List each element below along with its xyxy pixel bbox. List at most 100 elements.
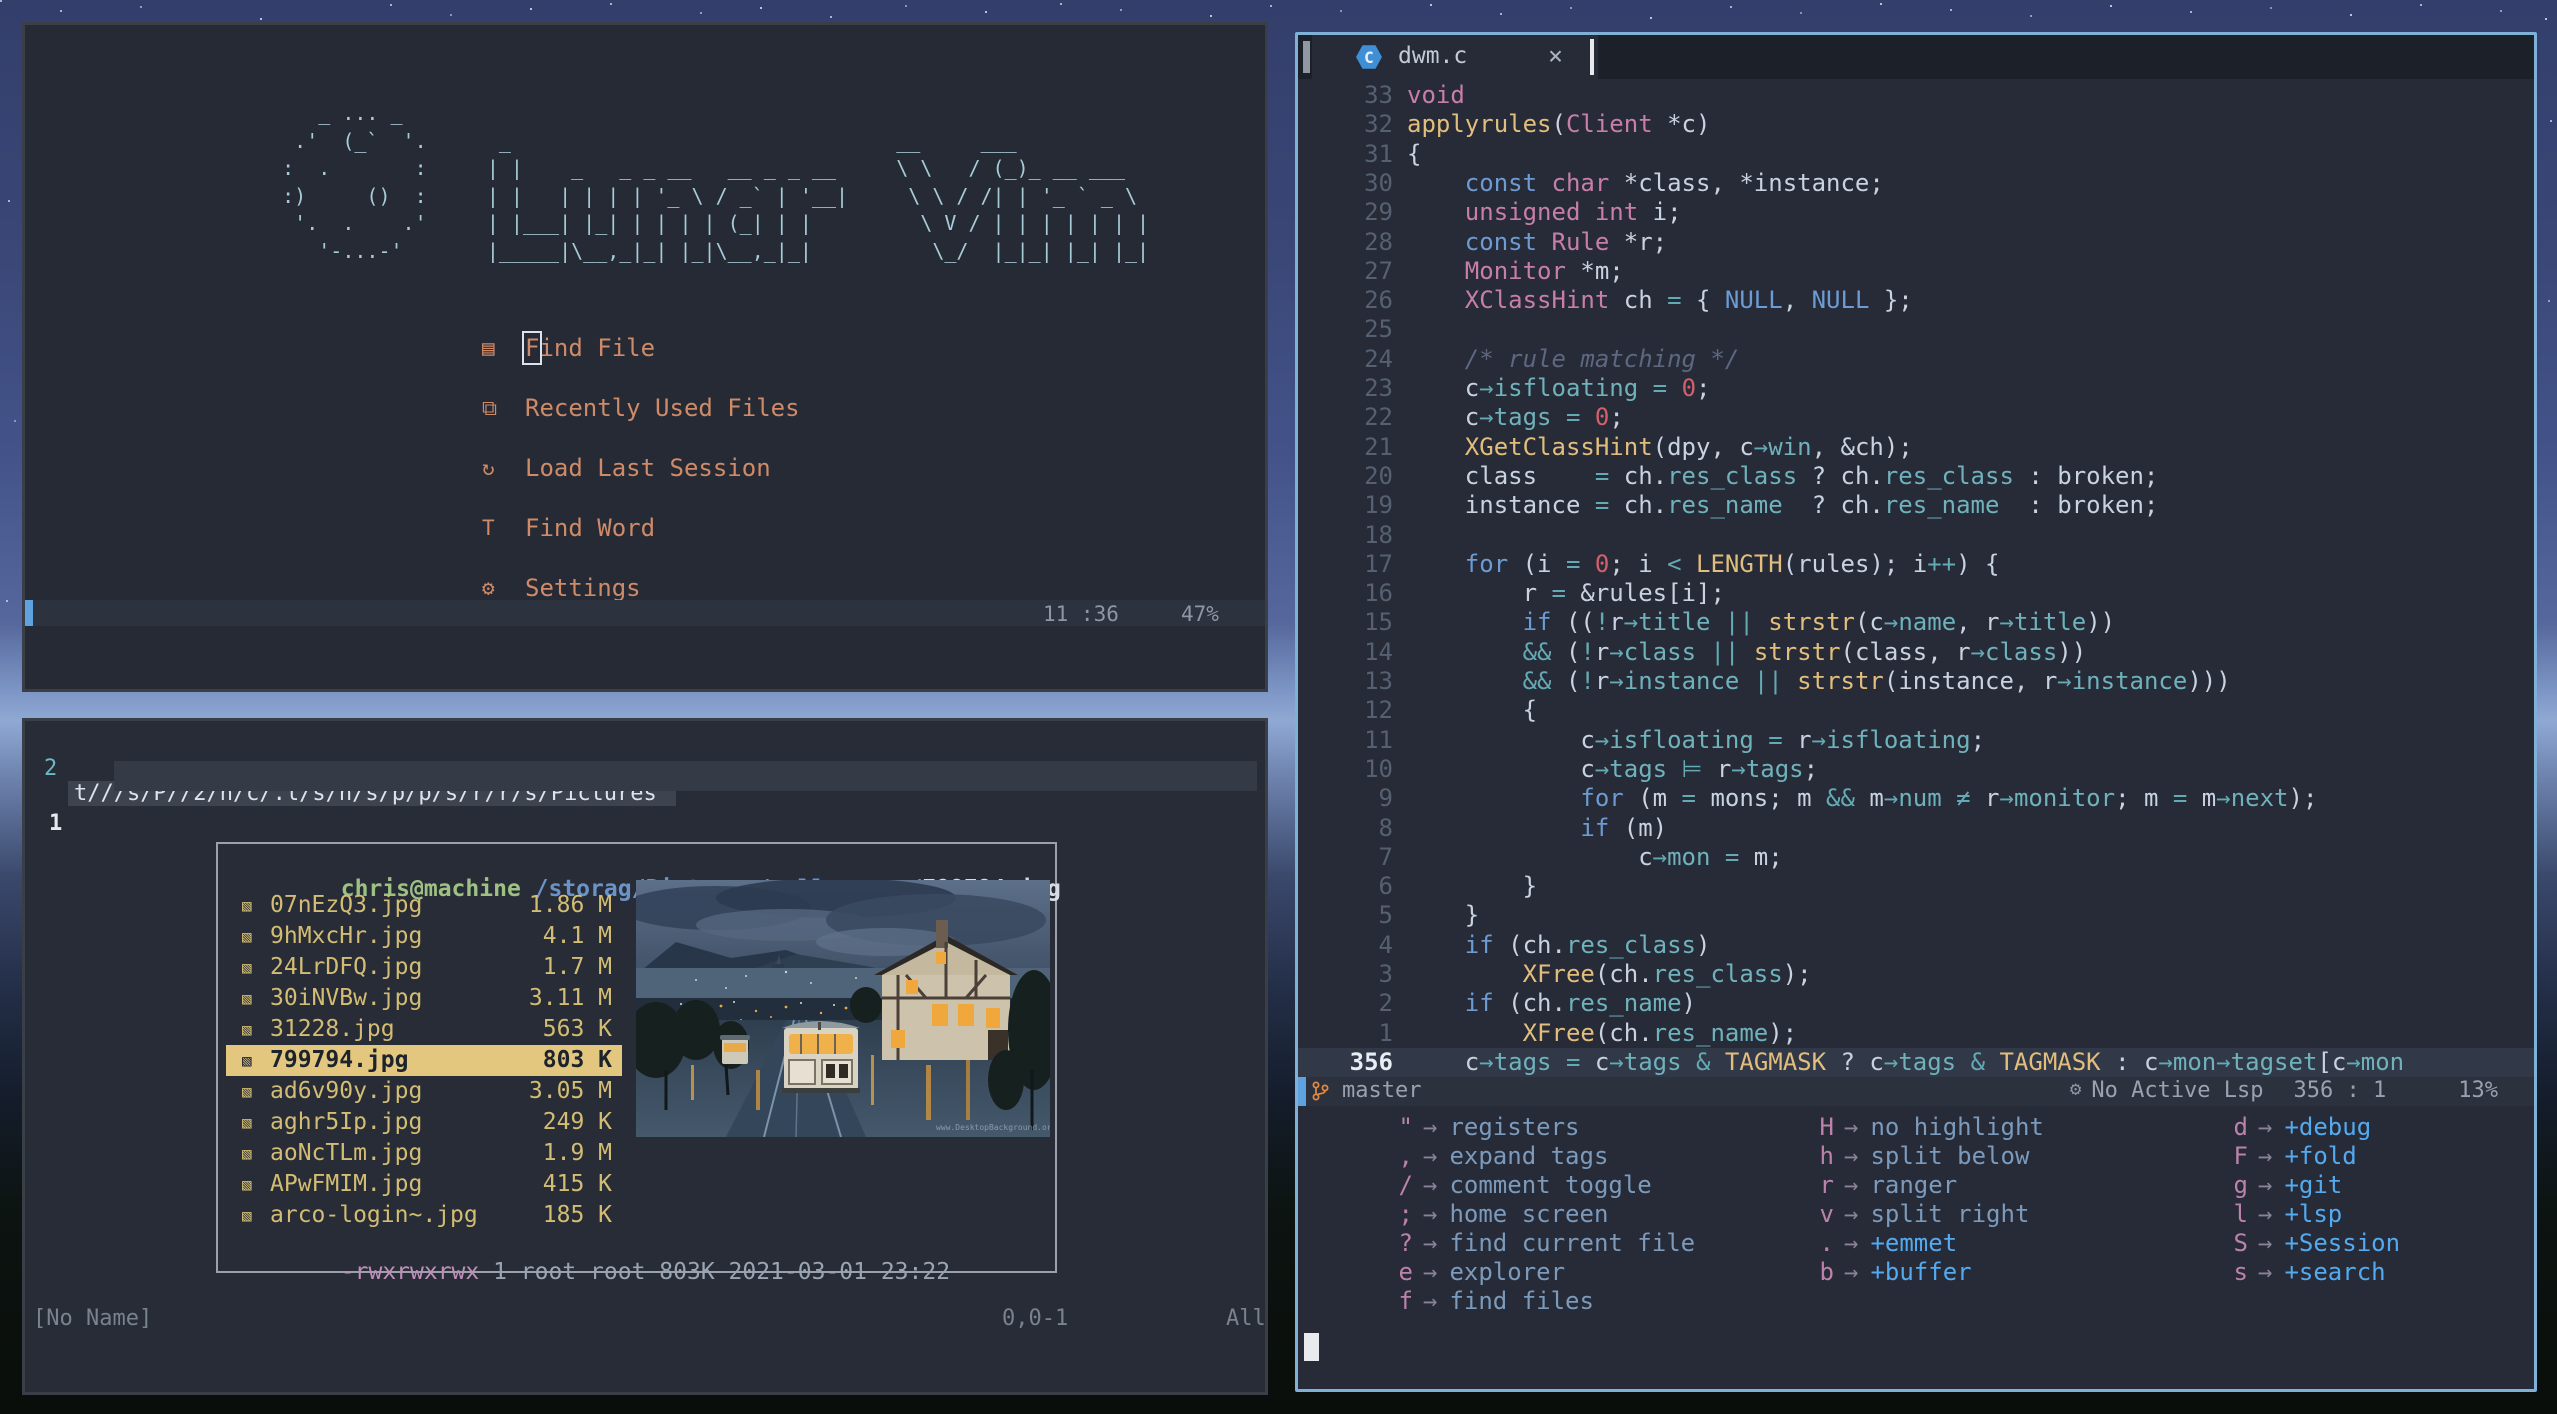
line-number: 8 <box>1378 813 1393 842</box>
line-number: 1 <box>49 811 63 836</box>
code-line: 12 { <box>1298 696 2534 725</box>
line-number: 5 <box>1378 901 1393 930</box>
tabline: C dwm.c × <box>1298 35 2534 79</box>
dashboard-menu-item-load-last-session[interactable]: ↻ Load Last Session <box>482 450 771 486</box>
whichkey-label: comment toggle <box>1449 1171 1652 1199</box>
dashboard-menu-item-find-word[interactable]: T Find Word <box>482 510 655 546</box>
tab-close-icon[interactable]: × <box>1548 41 1563 70</box>
ranger-file-row[interactable]: ▧ 31228.jpg 563 K <box>226 1014 622 1045</box>
git-branch-name: master <box>1342 1078 1422 1103</box>
code-line: 15 if ((!r→title || strstr(c→name, r→tit… <box>1298 608 2534 637</box>
image-file-icon: ▧ <box>242 1082 252 1101</box>
code-text: { <box>1407 696 1538 725</box>
whichkey-label: no highlight <box>1870 1113 2044 1141</box>
image-file-icon: ▧ <box>242 927 252 946</box>
line-number: 19 <box>1364 491 1393 520</box>
code-line: 29 unsigned int i; <box>1298 198 2534 227</box>
line-number: 13 <box>1364 667 1393 695</box>
arrow-icon: → <box>1423 1229 1438 1257</box>
code-line: 356 c→tags = c→tags & TAGMASK ? c→tags &… <box>1298 1047 2534 1078</box>
line-number: 18 <box>1364 520 1393 549</box>
line-number: 25 <box>1364 315 1393 344</box>
whichkey-label: +git <box>2284 1171 2343 1199</box>
code-text: if (ch.res_class) <box>1464 930 1711 959</box>
line-number: 2 <box>1378 989 1393 1018</box>
lunarvim-ascii-logo: _ ... _ .' (_` '. _ __ ___ : . : | | _ _… <box>282 101 1150 263</box>
whichkey-binding-no-highlight: H → no highlight <box>1768 1113 2044 1142</box>
whichkey-binding--fold: F → +fold <box>2178 1142 2400 1171</box>
whichkey-column-1: " → registers, → expand tags / → comment toggle… <box>1358 1113 1696 1316</box>
ranger-file-row[interactable]: ▧ 24LrDFQ.jpg 1.7 M <box>226 952 622 983</box>
code-line: 1 XFree(ch.res_name); <box>1298 1019 2534 1048</box>
code-text: c→tags ⊨ r→tags; <box>1407 754 1819 783</box>
whichkey-label: +lsp <box>2284 1200 2343 1228</box>
whichkey-key: d <box>2233 1113 2248 1141</box>
code-line: 9 for (m = mons; m && m→num ≠ r→monitor;… <box>1298 784 2534 813</box>
whichkey-binding-ranger: r → ranger <box>1768 1171 2044 1200</box>
whichkey-label: find files <box>1449 1287 1594 1315</box>
whichkey-key: r <box>1819 1171 1834 1199</box>
scroll-percent: 13% <box>2458 1078 2498 1103</box>
vim-statusline: [No Name] 0,0-1 All <box>25 1306 1266 1336</box>
code-line: 13 && (!r→instance || strstr(instance, r… <box>1298 667 2534 696</box>
whichkey-binding-split-right: v → split right <box>1768 1200 2044 1229</box>
line-number: 4 <box>1378 930 1393 959</box>
cursor-position: 0,0-1 <box>1002 1306 1069 1331</box>
line-number: 31 <box>1364 139 1393 168</box>
line-number: 15 <box>1364 608 1393 637</box>
ranger-file-row[interactable]: ▧ aghr5Ip.jpg 249 K <box>226 1107 622 1138</box>
code-line: 30 const char *class, *instance; <box>1298 169 2534 198</box>
whichkey-key: . <box>1819 1229 1834 1257</box>
arrow-icon: → <box>1844 1229 1859 1257</box>
whichkey-binding--git: g → +git <box>2178 1171 2400 1200</box>
line-number: 29 <box>1364 198 1393 227</box>
ranger-file-row[interactable]: ▧ 799794.jpg 803 K <box>226 1045 622 1076</box>
cmdline-row-2[interactable]: 2 t///s/P//2/h/c/.l/s/n/s/p/p/s/r/r/s/Pi… <box>25 731 1265 806</box>
file-size: 803 K <box>542 1047 612 1073</box>
code-line: 11 c→isfloating = r→isfloating; <box>1298 726 2534 755</box>
menu-item-icon: T <box>482 516 495 540</box>
whichkey-binding-expand-tags: , → expand tags <box>1358 1142 1695 1171</box>
line-highlight <box>114 761 1257 791</box>
menu-item-label: Settings <box>525 574 641 602</box>
whichkey-key: s <box>2233 1258 2248 1286</box>
whichkey-binding-home-screen: ; → home screen <box>1358 1200 1695 1229</box>
code-text: c→mon = m; <box>1407 842 1783 871</box>
ranger-file-row[interactable]: ▧ aoNcTLm.jpg 1.9 M <box>226 1138 622 1169</box>
dashboard-statusline: 11 :36 47% <box>25 600 1265 626</box>
ranger-file-row[interactable]: ▧ APwFMIM.jpg 415 K <box>226 1169 622 1200</box>
whichkey-label: find current file <box>1449 1229 1696 1257</box>
arrow-icon: → <box>1844 1171 1859 1199</box>
line-number: 26 <box>1364 286 1393 315</box>
file-permissions: -rwxrwxrwx <box>340 1259 480 1285</box>
whichkey-binding--debug: d → +debug <box>2178 1113 2400 1142</box>
arrow-icon: → <box>1423 1142 1438 1170</box>
line-number: 3 <box>1378 960 1393 988</box>
code-line: 17 for (i = 0; i < LENGTH(rules); i++) { <box>1298 550 2534 579</box>
file-name: 31228.jpg <box>270 1016 395 1042</box>
ranger-file-row[interactable]: ▧ arco-login~.jpg 185 K <box>226 1200 622 1231</box>
code-line: 2 if (ch.res_name) <box>1298 989 2534 1018</box>
whichkey-key: h <box>1819 1142 1834 1170</box>
ranger-file-row[interactable]: ▧ 30iNVBw.jpg 3.11 M <box>226 983 622 1014</box>
line-number: 17 <box>1364 549 1393 578</box>
ranger-file-row[interactable]: ▧ 07nEzQ3.jpg 1.86 M <box>226 890 622 921</box>
file-size: 3.05 M <box>528 1078 612 1104</box>
cmdline-row-1[interactable]: 1 <box>25 761 1265 836</box>
file-meta: 1 root root 803K 2021-03-01 23:22 <box>479 1259 951 1285</box>
whichkey-binding--search: s → +search <box>2178 1258 2400 1287</box>
whichkey-key: b <box>1819 1258 1834 1286</box>
menu-item-label: Load Last Session <box>525 454 771 482</box>
code-line: 4 if (ch.res_class) <box>1298 931 2534 960</box>
image-file-icon: ▧ <box>242 958 252 977</box>
code-text: && (!r→instance || strstr(instance, r→in… <box>1522 667 2231 695</box>
arrow-icon: → <box>2258 1113 2273 1141</box>
preview-watermark: www.DesktopBackground.org <box>936 1123 1050 1132</box>
dashboard-menu-item-recently-used-files[interactable]: ⧉ Recently Used Files <box>482 390 800 426</box>
ranger-file-row[interactable]: ▧ ad6v90y.jpg 3.05 M <box>226 1076 622 1107</box>
code-line: 31 { <box>1298 140 2534 169</box>
code-text: instance = ch.res_name ? ch.res_name : b… <box>1407 491 2159 520</box>
dashboard-menu-item-find-file[interactable]: ▤ Find File <box>482 330 655 366</box>
ranger-file-row[interactable]: ▧ 9hMxcHr.jpg 4.1 M <box>226 921 622 952</box>
arrow-icon: → <box>1423 1113 1438 1141</box>
